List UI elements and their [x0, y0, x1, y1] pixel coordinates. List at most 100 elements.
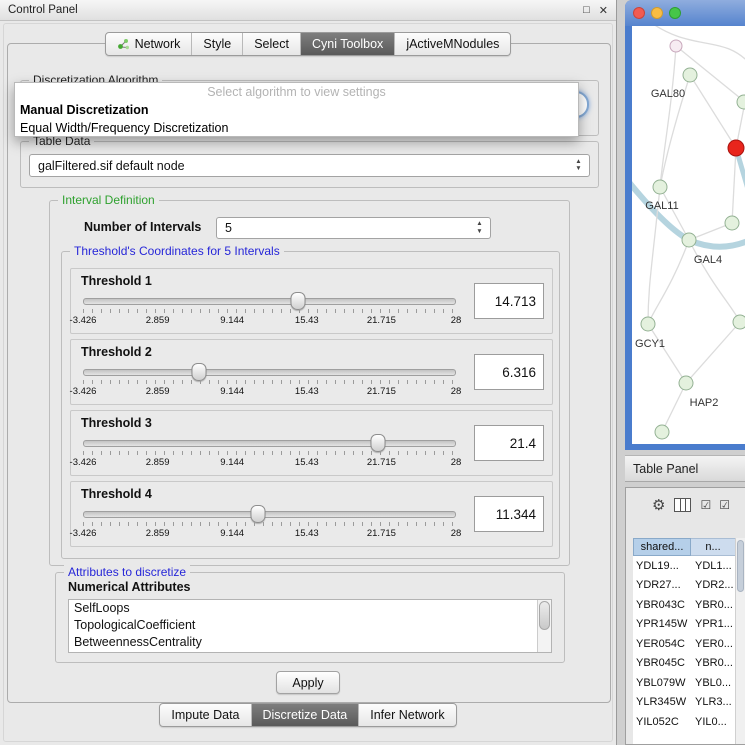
cell[interactable]: YIL052C: [633, 716, 691, 728]
column-header-name[interactable]: n...: [691, 538, 736, 556]
tab-infer-network[interactable]: Infer Network: [358, 704, 455, 726]
float-window-icon[interactable]: □: [583, 4, 590, 16]
scale-label: 15.43: [295, 528, 319, 539]
slider-thumb[interactable]: [291, 292, 306, 310]
network-node[interactable]: [737, 95, 745, 110]
cell[interactable]: YBR045C: [633, 657, 691, 669]
cell[interactable]: YDR27...: [633, 579, 691, 591]
threshold-1-slider[interactable]: -3.426 2.859 9.144 15.43 21.715 28: [83, 291, 456, 331]
minimize-traffic-light[interactable]: [651, 7, 663, 19]
cell[interactable]: YPR1...: [691, 618, 736, 630]
slider-ticks: [83, 451, 456, 455]
network-node[interactable]: [728, 140, 745, 157]
cell[interactable]: YDR2...: [691, 579, 736, 591]
tab-network[interactable]: Network: [106, 33, 192, 55]
tab-select[interactable]: Select: [242, 33, 300, 55]
network-node[interactable]: [733, 315, 745, 330]
cell[interactable]: YBR0...: [691, 657, 736, 669]
select-all-checkbox-icon[interactable]: ☑: [700, 498, 710, 512]
table-row[interactable]: YLR345WYLR3...: [633, 693, 736, 713]
zoom-traffic-light[interactable]: [669, 7, 681, 19]
cell[interactable]: YPR145W: [633, 618, 691, 630]
slider-track[interactable]: [83, 511, 456, 518]
table-scrollbar-thumb[interactable]: [737, 540, 744, 592]
tab-discretize-data[interactable]: Discretize Data: [251, 704, 359, 726]
table-data-combobox[interactable]: galFiltered.sif default node ▲ ▼: [29, 154, 590, 177]
tab-jactivemnodules[interactable]: jActiveMNodules: [394, 33, 510, 55]
threshold-4-slider[interactable]: -3.426 2.859 9.144 15.43 21.715 28: [83, 504, 456, 544]
network-node[interactable]: [725, 216, 740, 231]
numerical-attributes-list[interactable]: SelfLoops TopologicalCoefficient Between…: [68, 599, 552, 653]
cell[interactable]: YDL19...: [633, 560, 691, 572]
cell[interactable]: YIL0...: [691, 716, 736, 728]
dropdown-option-equal-width[interactable]: Equal Width/Frequency Discretization: [15, 119, 578, 137]
tab-impute-data-label: Impute Data: [171, 708, 239, 722]
cell[interactable]: YLR3...: [691, 696, 736, 708]
network-node[interactable]: [670, 40, 683, 53]
thresholds-group: Threshold's Coordinates for 5 Intervals …: [61, 251, 560, 559]
scale-label: 28: [451, 528, 462, 539]
network-node-gal4[interactable]: [682, 233, 697, 248]
list-item[interactable]: BetweennessCentrality: [69, 634, 551, 651]
slider-track[interactable]: [83, 369, 456, 376]
threshold-1-value-field[interactable]: 14.713: [474, 283, 544, 319]
network-node-hap2[interactable]: [679, 376, 694, 391]
cell[interactable]: YBL079W: [633, 677, 691, 689]
threshold-2-value-field[interactable]: 6.316: [474, 354, 544, 390]
scale-label: 2.859: [146, 457, 170, 468]
close-traffic-light[interactable]: [633, 7, 645, 19]
tab-cyni-toolbox[interactable]: Cyni Toolbox: [300, 33, 394, 55]
deselect-all-checkbox-icon[interactable]: ☑: [719, 498, 729, 512]
dropdown-placeholder-option[interactable]: Select algorithm to view settings: [15, 83, 578, 101]
table-row[interactable]: YDR27...YDR2...: [633, 576, 736, 596]
network-node[interactable]: [655, 425, 670, 440]
list-scrollbar[interactable]: [537, 600, 551, 652]
scale-label: 9.144: [220, 386, 244, 397]
table-row[interactable]: YBR045CYBR0...: [633, 654, 736, 674]
tab-style[interactable]: Style: [191, 33, 242, 55]
threshold-4-value-field[interactable]: 11.344: [474, 496, 544, 532]
slider-track[interactable]: [83, 298, 456, 305]
network-canvas[interactable]: GAL80GAL11GAL4GCY1HAP2: [632, 26, 745, 444]
table-row[interactable]: YPR145WYPR1...: [633, 615, 736, 635]
list-item[interactable]: TopologicalCoefficient: [69, 617, 551, 634]
cell[interactable]: YBR0...: [691, 599, 736, 611]
cell[interactable]: YER054C: [633, 638, 691, 650]
network-node-gcy1[interactable]: [641, 317, 656, 332]
threshold-3-slider[interactable]: -3.426 2.859 9.144 15.43 21.715 28: [83, 433, 456, 473]
cell[interactable]: YER0...: [691, 638, 736, 650]
cell[interactable]: YLR345W: [633, 696, 691, 708]
table-panel-title: Table Panel: [633, 462, 698, 476]
threshold-2-slider[interactable]: -3.426 2.859 9.144 15.43 21.715 28: [83, 362, 456, 402]
slider-thumb[interactable]: [191, 363, 206, 381]
table-row[interactable]: YIL052CYIL0...: [633, 712, 736, 732]
combo-stepper-icon: ▲ ▼: [472, 221, 487, 235]
cell[interactable]: YBR043C: [633, 599, 691, 611]
network-node-gal80[interactable]: [683, 68, 698, 83]
gear-icon[interactable]: ⚙: [652, 496, 665, 514]
list-item[interactable]: SelfLoops: [69, 600, 551, 617]
column-header-shared[interactable]: shared...: [633, 538, 691, 556]
table-row[interactable]: YDL19...YDL1...: [633, 556, 736, 576]
table-row[interactable]: YER054CYER0...: [633, 634, 736, 654]
slider-thumb[interactable]: [370, 434, 385, 452]
columns-icon[interactable]: [674, 498, 691, 512]
slider-thumb[interactable]: [251, 505, 266, 523]
table-scrollbar[interactable]: [735, 538, 745, 744]
table-row[interactable]: YBL079WYBL0...: [633, 673, 736, 693]
dropdown-option-manual[interactable]: Manual Discretization: [15, 101, 578, 119]
cell[interactable]: YDL1...: [691, 560, 736, 572]
cell[interactable]: YBL0...: [691, 677, 736, 689]
list-scrollbar-thumb[interactable]: [539, 601, 550, 630]
scale-label: -3.426: [70, 386, 97, 397]
apply-button[interactable]: Apply: [276, 671, 340, 694]
close-icon[interactable]: ✕: [599, 4, 608, 17]
network-node-label: GAL11: [645, 200, 678, 212]
threshold-3-value-field[interactable]: 21.4: [474, 425, 544, 461]
table-row[interactable]: YBR043CYBR0...: [633, 595, 736, 615]
slider-track[interactable]: [83, 440, 456, 447]
tab-impute-data[interactable]: Impute Data: [160, 704, 250, 726]
number-of-intervals-combobox[interactable]: 5 ▲ ▼: [216, 217, 491, 239]
table-data-group: Table Data galFiltered.sif default node …: [20, 141, 599, 188]
network-node-gal11[interactable]: [653, 180, 668, 195]
